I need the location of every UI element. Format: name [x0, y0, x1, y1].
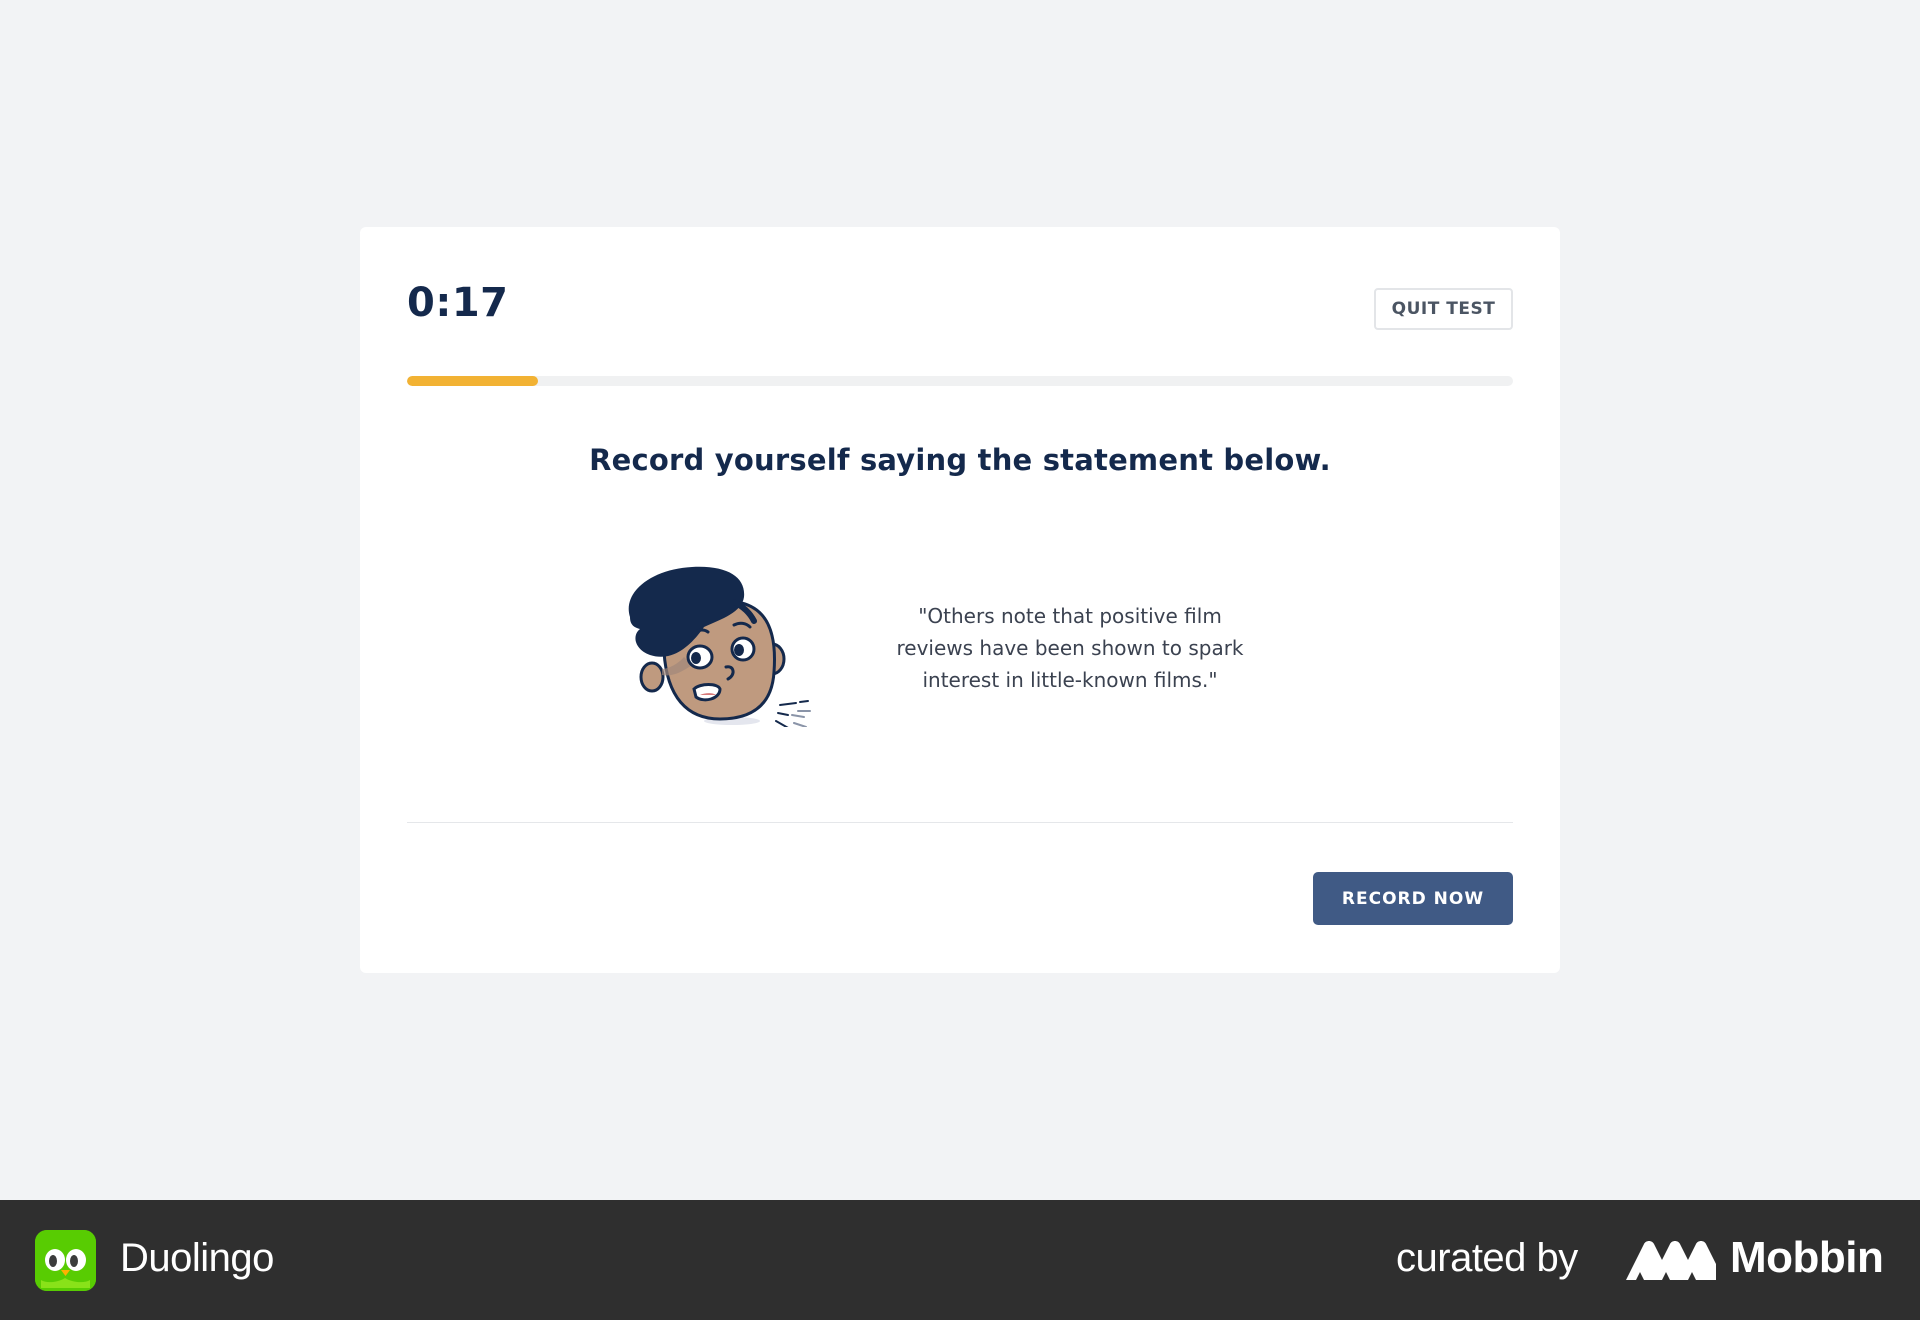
progress-bar-fill [407, 376, 538, 386]
question-prompt: Record yourself saying the statement bel… [589, 443, 1331, 477]
page: 0:17 QUIT TEST Record yourself saying th… [0, 0, 1920, 1320]
countdown-timer: 0:17 [407, 280, 509, 326]
speaking-character-icon [628, 566, 811, 727]
test-card: 0:17 QUIT TEST Record yourself saying th… [360, 227, 1560, 973]
mobbin-logo-icon [1626, 1241, 1716, 1280]
duolingo-owl-icon [35, 1230, 96, 1291]
progress-bar [407, 376, 1513, 386]
record-now-button[interactable]: RECORD NOW [1313, 872, 1513, 925]
quit-test-button[interactable]: QUIT TEST [1374, 288, 1513, 330]
footer-bar: Duolingo curated by Mobbin [0, 1200, 1920, 1320]
statement-text: "Others note that positive film reviews … [896, 604, 1244, 692]
curated-by-label: curated by [1396, 1236, 1578, 1280]
divider [407, 822, 1513, 823]
curator-name: Mobbin [1730, 1233, 1884, 1282]
brand-name: Duolingo [120, 1236, 274, 1280]
